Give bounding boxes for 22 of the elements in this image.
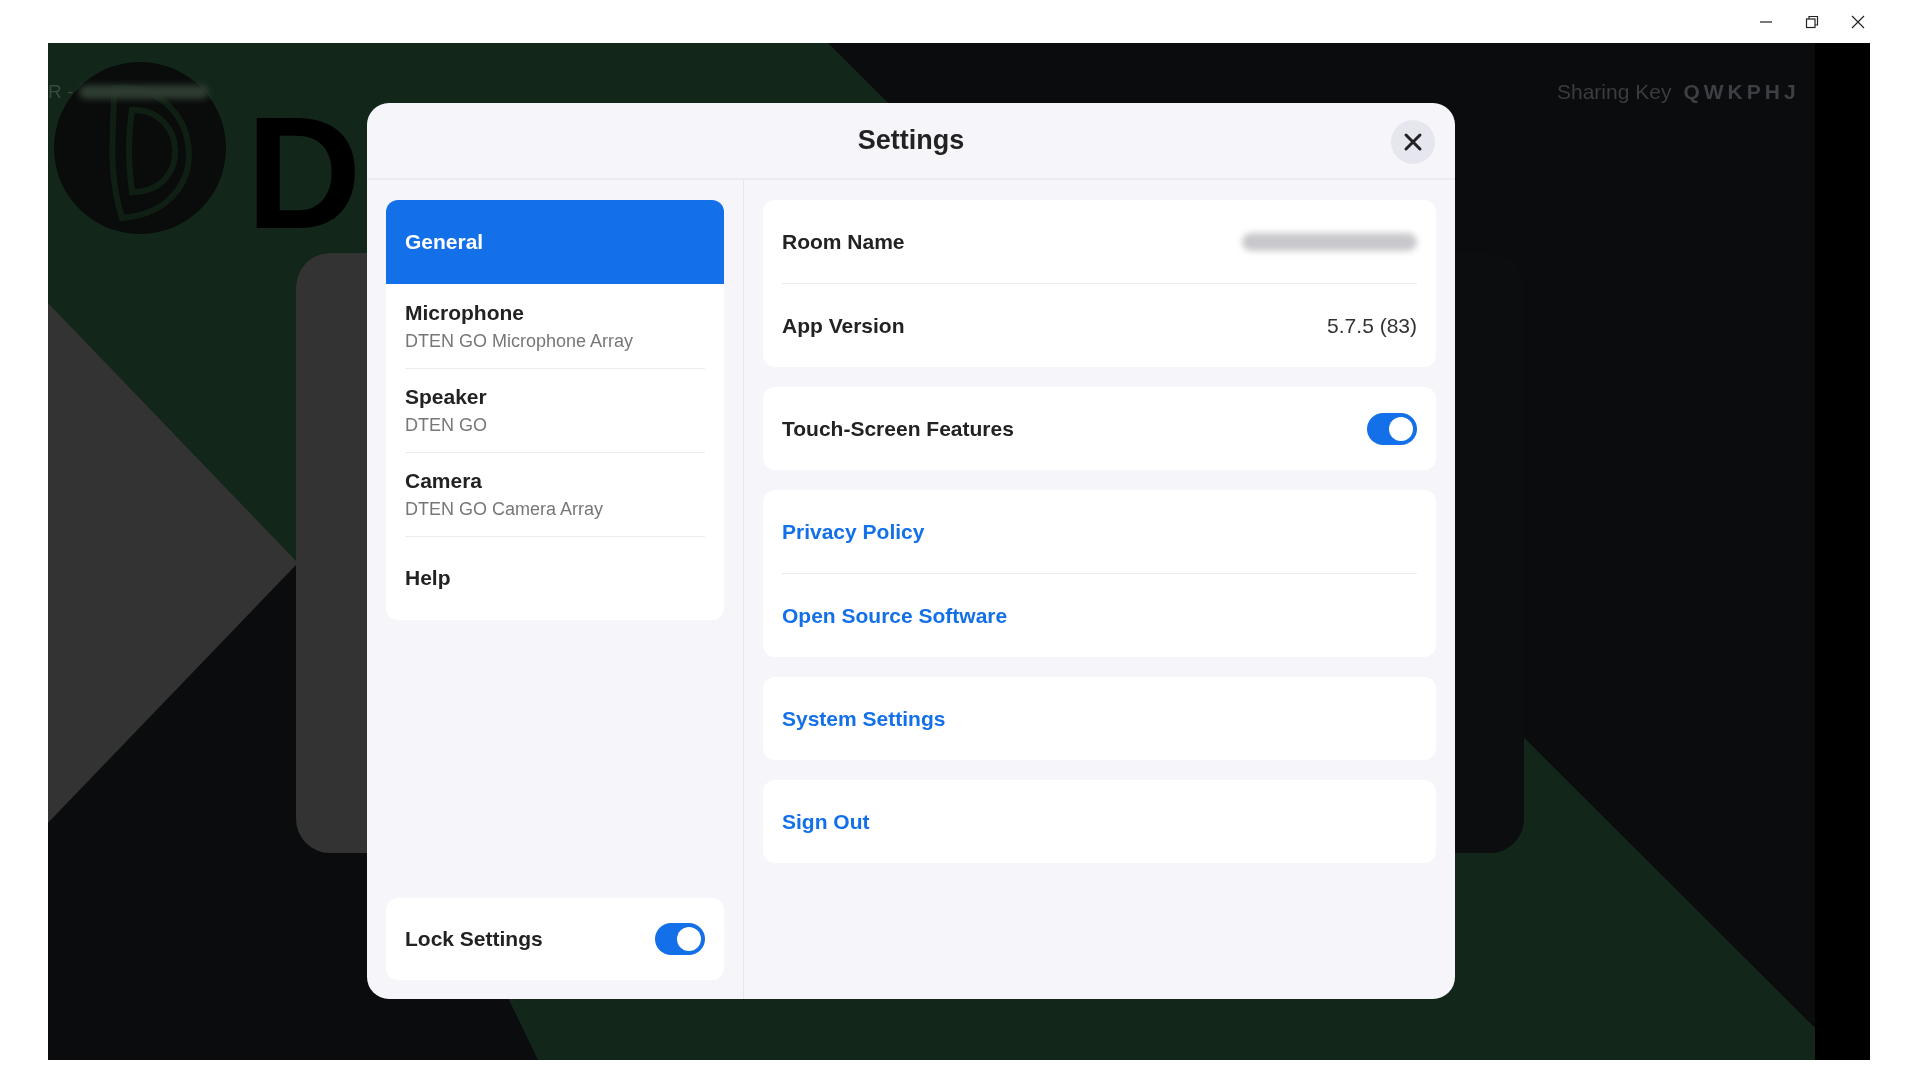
dialog-title: Settings xyxy=(857,125,965,156)
sidebar-item[interactable]: Camera DTEN GO Camera Array xyxy=(386,452,724,536)
sidebar-item[interactable]: General xyxy=(386,200,724,284)
settings-link[interactable]: Sign Out xyxy=(782,809,870,834)
setting-label: Lock Settings xyxy=(405,927,543,951)
toggle-switch[interactable] xyxy=(1367,412,1417,445)
device-name: DTEN GO xyxy=(405,414,488,436)
close-icon[interactable] xyxy=(1403,132,1423,152)
setting-label: Room Name xyxy=(782,229,905,254)
sidebar-item[interactable]: Speaker DTEN GO xyxy=(386,368,724,452)
settings-link[interactable]: Open Source Software xyxy=(782,603,1008,628)
setting-label: Touch-Screen Features xyxy=(782,416,1014,441)
close-button[interactable] xyxy=(1391,120,1435,164)
setting-value: 5.7.5 (83) xyxy=(1327,313,1417,338)
sidebar-item[interactable]: Microphone DTEN GO Microphone Array xyxy=(386,284,724,368)
settings-link[interactable]: System Settings xyxy=(782,706,946,731)
setting-label: App Version xyxy=(782,313,905,338)
device-name: DTEN GO Camera Array xyxy=(405,498,605,520)
settings-link[interactable]: Privacy Policy xyxy=(782,519,925,544)
toggle-switch[interactable] xyxy=(655,923,705,955)
device-name: DTEN GO Microphone Array xyxy=(405,330,635,352)
sidebar-item[interactable]: Help xyxy=(386,536,724,620)
